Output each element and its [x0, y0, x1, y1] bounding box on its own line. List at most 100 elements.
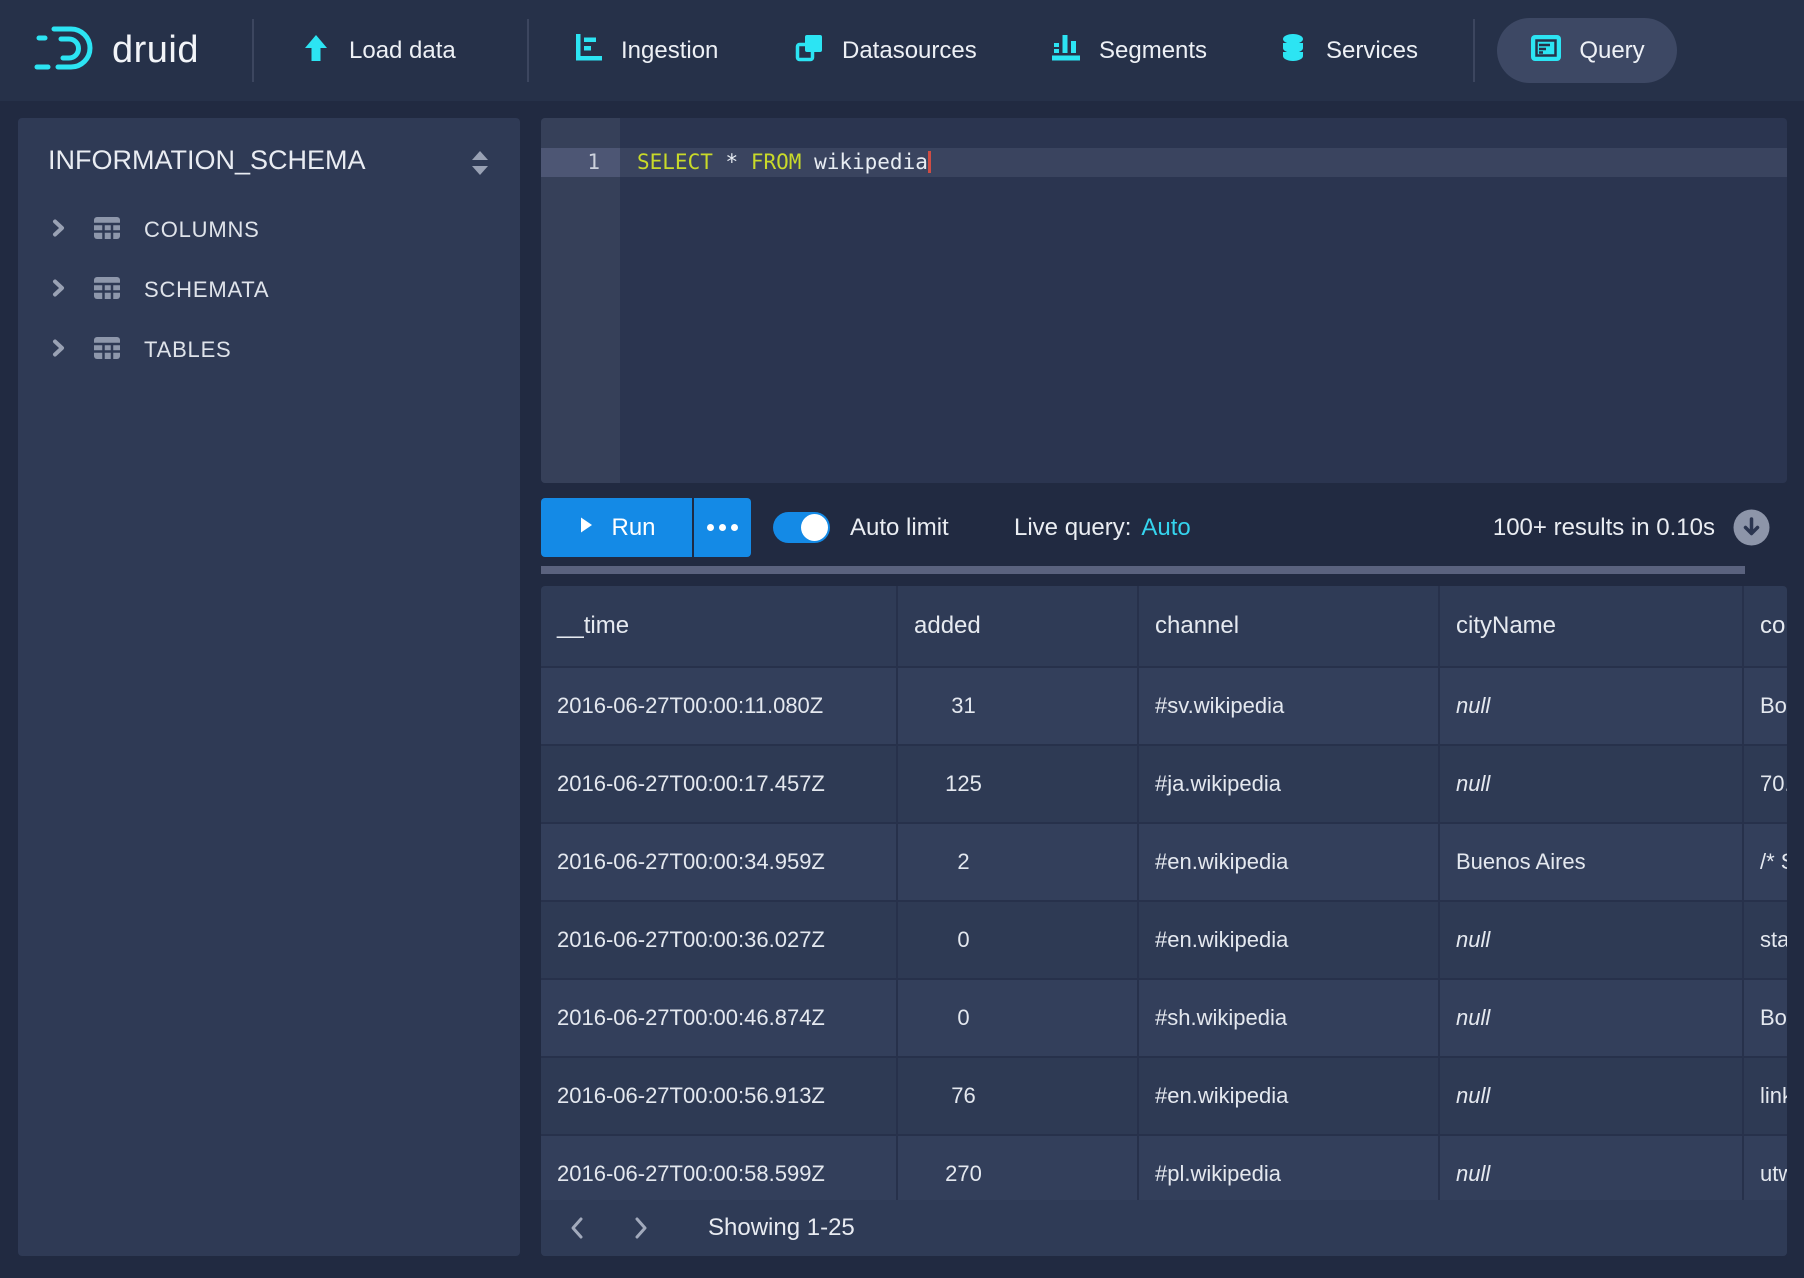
table-cell[interactable]: 70. — [1744, 746, 1787, 822]
table-cell[interactable]: null — [1440, 746, 1744, 822]
table-cell[interactable]: 2016-06-27T00:00:11.080Z — [541, 668, 898, 744]
table-header-row: __time added channel cityName comment — [541, 586, 1787, 668]
live-query-value[interactable]: Auto — [1141, 514, 1190, 541]
nav-item-ingestion[interactable]: Ingestion — [572, 0, 718, 101]
table-cell[interactable]: utw — [1744, 1136, 1787, 1200]
table-cell[interactable]: 125 — [898, 746, 1139, 822]
live-query-control: Live query: Auto — [1014, 498, 1191, 557]
upload-arrow-icon — [300, 32, 332, 69]
chevron-right-icon — [48, 278, 68, 303]
column-header-comment[interactable]: comment — [1744, 586, 1787, 666]
table-cell[interactable]: #ja.wikipedia — [1139, 746, 1440, 822]
run-button[interactable]: Run — [541, 498, 692, 557]
table-cell[interactable]: #sh.wikipedia — [1139, 980, 1440, 1056]
druid-logo-icon — [34, 16, 98, 85]
sql-keyword: SELECT — [637, 150, 713, 174]
table-cell[interactable]: null — [1440, 1136, 1744, 1200]
top-navbar: druid Load data Ingestion — [0, 0, 1804, 101]
schema-tree: COLUMNS SCHEMATA — [18, 200, 520, 380]
table-cell[interactable]: #en.wikipedia — [1139, 824, 1440, 900]
table-cell[interactable]: /* S — [1744, 824, 1787, 900]
table-cell[interactable]: #sv.wikipedia — [1139, 668, 1440, 744]
table-cell[interactable]: 2016-06-27T00:00:46.874Z — [541, 980, 898, 1056]
auto-limit-label: Auto limit — [850, 498, 949, 557]
table-cell[interactable]: null — [1440, 902, 1744, 978]
table-cell[interactable]: null — [1440, 980, 1744, 1056]
auto-limit-toggle[interactable] — [773, 512, 830, 543]
table-grid-icon — [92, 273, 122, 308]
schema-selector[interactable]: INFORMATION_SCHEMA — [18, 118, 520, 206]
table-cell[interactable]: null — [1440, 668, 1744, 744]
bar-chart-icon — [1050, 32, 1082, 69]
table-row: 2016-06-27T00:00:58.599Z270#pl.wikipedia… — [541, 1136, 1787, 1200]
previous-page-button[interactable] — [558, 1208, 598, 1248]
nav-separator — [1473, 19, 1475, 82]
table-cell[interactable]: 0 — [898, 902, 1139, 978]
download-results-button[interactable] — [1733, 509, 1770, 546]
column-header-time[interactable]: __time — [541, 586, 898, 666]
table-cell[interactable]: #en.wikipedia — [1139, 902, 1440, 978]
nav-item-segments[interactable]: Segments — [1050, 0, 1207, 101]
column-header-channel[interactable]: channel — [1139, 586, 1440, 666]
tree-item-schemata[interactable]: SCHEMATA — [18, 260, 520, 320]
nav-item-datasources[interactable]: Datasources — [793, 0, 977, 101]
sql-identifier: wikipedia — [814, 150, 928, 174]
table-grid-icon — [92, 213, 122, 248]
live-query-label: Live query: — [1014, 514, 1131, 541]
tree-item-columns[interactable]: COLUMNS — [18, 200, 520, 260]
sql-keyword: FROM — [751, 150, 802, 174]
table-cell[interactable]: stat — [1744, 902, 1787, 978]
chevron-right-icon — [48, 338, 68, 363]
pagination-footer: Showing 1-25 — [541, 1200, 1787, 1256]
table-cell[interactable]: 76 — [898, 1058, 1139, 1134]
table-row: 2016-06-27T00:00:46.874Z0#sh.wikipedianu… — [541, 980, 1787, 1058]
table-row: 2016-06-27T00:00:36.027Z0#en.wikipedianu… — [541, 902, 1787, 980]
run-button-label: Run — [611, 514, 655, 542]
table-cell[interactable]: null — [1440, 1058, 1744, 1134]
druid-console: druid Load data Ingestion — [0, 0, 1804, 1278]
brand-title: druid — [112, 29, 199, 72]
run-more-options-button[interactable] — [694, 498, 751, 557]
column-header-added[interactable]: added — [898, 586, 1139, 666]
nav-separator — [527, 19, 529, 82]
table-cell[interactable]: 2016-06-27T00:00:36.027Z — [541, 902, 898, 978]
table-cell[interactable]: 2016-06-27T00:00:17.457Z — [541, 746, 898, 822]
line-number: 1 — [541, 148, 620, 177]
sql-star: * — [726, 150, 739, 174]
nav-item-label: Ingestion — [621, 37, 718, 65]
table-row: 2016-06-27T00:00:11.080Z31#sv.wikipedian… — [541, 668, 1787, 746]
table-cell[interactable]: #pl.wikipedia — [1139, 1136, 1440, 1200]
nav-item-load-data[interactable]: Load data — [300, 0, 456, 101]
chevron-right-icon — [48, 218, 68, 243]
table-cell[interactable]: 2016-06-27T00:00:34.959Z — [541, 824, 898, 900]
database-cylinder-icon — [1277, 32, 1309, 69]
table-cell[interactable]: Bot — [1744, 980, 1787, 1056]
showing-range-label: Showing 1-25 — [708, 1214, 855, 1242]
horizontal-scrollbar[interactable] — [541, 566, 1745, 574]
next-page-button[interactable] — [620, 1208, 660, 1248]
nav-separator — [252, 19, 254, 82]
table-cell[interactable]: 0 — [898, 980, 1139, 1056]
stacked-squares-icon — [793, 32, 825, 69]
table-cell[interactable]: 2 — [898, 824, 1139, 900]
table-cell[interactable]: 270 — [898, 1136, 1139, 1200]
sql-code-line[interactable]: SELECT * FROM wikipedia — [637, 148, 931, 177]
schema-title: INFORMATION_SCHEMA — [48, 145, 366, 176]
nav-item-services[interactable]: Services — [1277, 0, 1418, 101]
table-cell[interactable]: Buenos Aires — [1440, 824, 1744, 900]
nav-item-query[interactable]: Query — [1497, 18, 1677, 83]
table-body: 2016-06-27T00:00:11.080Z31#sv.wikipedian… — [541, 668, 1787, 1200]
tree-item-tables[interactable]: TABLES — [18, 320, 520, 380]
table-cell[interactable]: Bot — [1744, 668, 1787, 744]
table-cell[interactable]: link — [1744, 1058, 1787, 1134]
results-panel: __time added channel cityName comment 20… — [541, 586, 1787, 1256]
sql-editor[interactable]: 1 SELECT * FROM wikipedia — [541, 118, 1787, 483]
column-header-cityname[interactable]: cityName — [1440, 586, 1744, 666]
table-cell[interactable]: #en.wikipedia — [1139, 1058, 1440, 1134]
table-cell[interactable]: 2016-06-27T00:00:58.599Z — [541, 1136, 898, 1200]
table-cell[interactable]: 31 — [898, 668, 1139, 744]
table-grid-icon — [92, 333, 122, 368]
tree-item-label: COLUMNS — [144, 217, 260, 243]
table-cell[interactable]: 2016-06-27T00:00:56.913Z — [541, 1058, 898, 1134]
druid-brand[interactable]: druid — [34, 0, 199, 101]
